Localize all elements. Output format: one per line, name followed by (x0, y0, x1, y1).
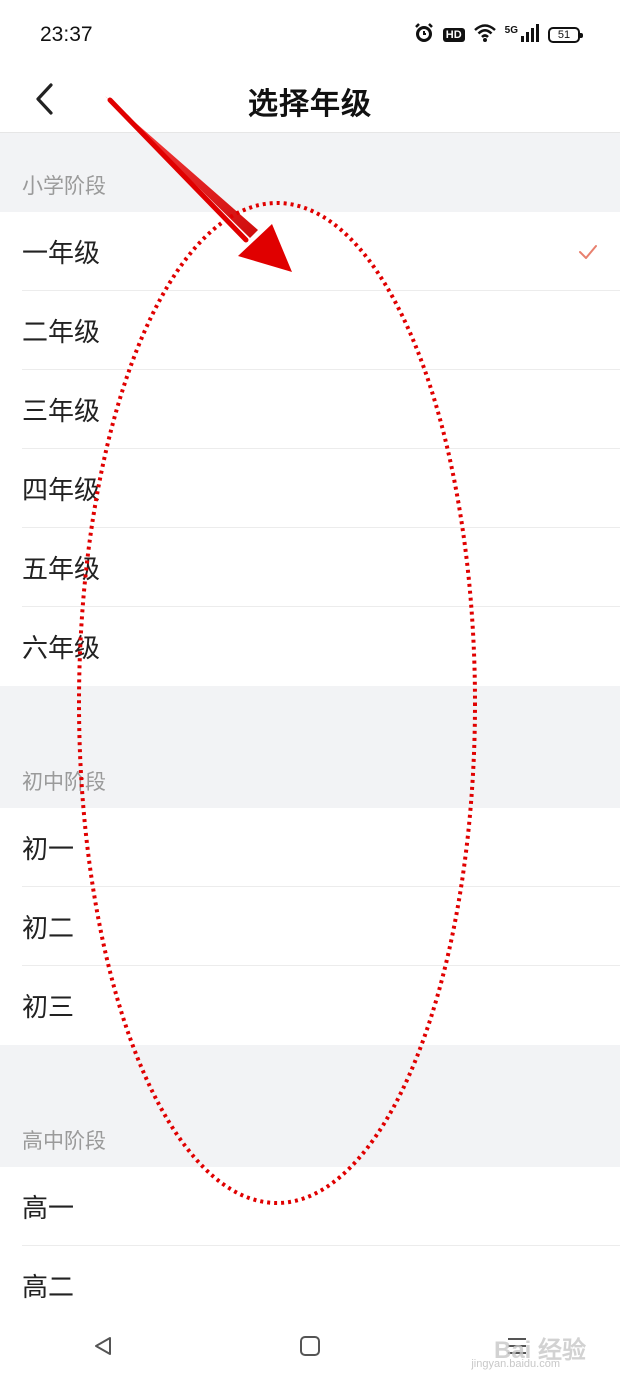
watermark-url: jingyan.baidu.com (471, 1358, 560, 1370)
page-title: 选择年级 (248, 87, 372, 122)
battery-icon: 51 (548, 27, 583, 43)
grade-label: 初二 (22, 914, 75, 944)
grade-row-junior-1[interactable]: 初一 (0, 808, 620, 887)
back-arrow-icon (33, 82, 55, 120)
grade-label: 初三 (22, 993, 75, 1023)
grade-label: 初一 (22, 835, 75, 865)
network-label: 5G (504, 24, 518, 36)
section-header-primary: 小学阶段 (0, 133, 620, 212)
status-bar: 23:37 HD 5G 51 (0, 0, 620, 70)
wifi-icon (473, 23, 497, 47)
section-header-senior: 高中阶段 (0, 1045, 620, 1167)
status-time: 23:37 (40, 23, 93, 46)
grade-row-3[interactable]: 三年级 (0, 370, 620, 449)
status-icons: HD 5G 51 (413, 22, 583, 48)
hd-icon: HD (442, 28, 465, 42)
title-bar: 选择年级 (0, 70, 620, 133)
section-title: 高中阶段 (22, 1129, 106, 1153)
grade-row-1[interactable]: 一年级 (0, 212, 620, 291)
nav-back-button[interactable] (73, 1318, 133, 1378)
checkmark-icon (578, 237, 598, 267)
section-title: 小学阶段 (22, 174, 106, 198)
grade-row-junior-3[interactable]: 初三 (0, 966, 620, 1045)
grade-row-2[interactable]: 二年级 (0, 291, 620, 370)
grade-label: 二年级 (22, 318, 101, 348)
grade-row-6[interactable]: 六年级 (0, 607, 620, 686)
signal-icon (520, 23, 540, 47)
section-header-junior: 初中阶段 (0, 686, 620, 808)
grade-row-junior-2[interactable]: 初二 (0, 887, 620, 966)
section-title: 初中阶段 (22, 770, 106, 794)
grade-label: 一年级 (22, 239, 101, 269)
grade-label: 四年级 (22, 476, 101, 506)
grade-label: 高二 (22, 1273, 75, 1303)
grade-row-5[interactable]: 五年级 (0, 528, 620, 607)
grade-label: 六年级 (22, 634, 101, 664)
grade-row-4[interactable]: 四年级 (0, 449, 620, 528)
alarm-icon (413, 22, 435, 48)
grade-label: 三年级 (22, 397, 101, 427)
grade-label: 高一 (22, 1194, 75, 1224)
nav-home-button[interactable] (280, 1318, 340, 1378)
grade-label: 五年级 (22, 555, 101, 585)
grade-row-senior-1[interactable]: 高一 (0, 1167, 620, 1246)
home-square-icon (299, 1335, 321, 1361)
back-triangle-icon (92, 1335, 114, 1361)
grade-list: 小学阶段 一年级 二年级 三年级 四年级 五年级 六年级 初中阶段 初一 初二 … (0, 133, 620, 1325)
back-button[interactable] (24, 78, 64, 124)
